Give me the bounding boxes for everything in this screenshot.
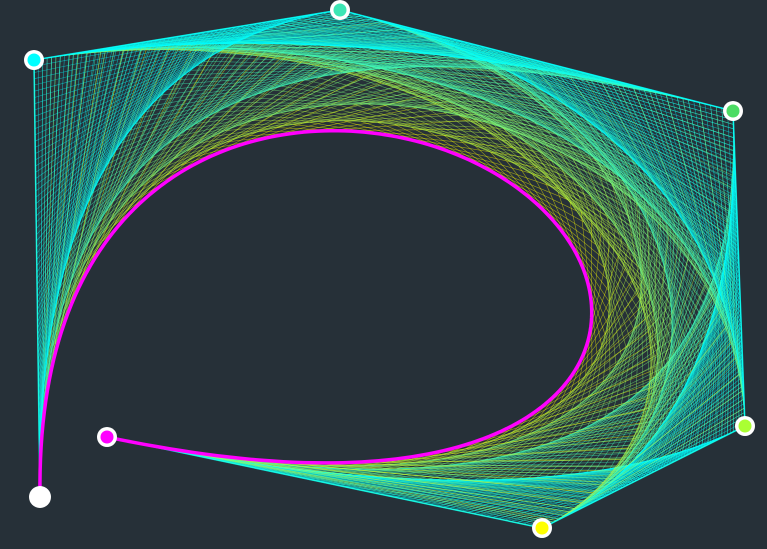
control-point-dot-p2[interactable] bbox=[333, 3, 347, 17]
control-point-dot-p3[interactable] bbox=[726, 104, 740, 118]
control-point-dot-p5[interactable] bbox=[535, 521, 549, 535]
control-point-dot-p4[interactable] bbox=[738, 419, 752, 433]
control-point-handle-p0[interactable] bbox=[29, 486, 51, 508]
control-point-dot-p6[interactable] bbox=[100, 430, 114, 444]
control-point-dot-p1[interactable] bbox=[27, 53, 41, 67]
bezier-canvas[interactable] bbox=[0, 0, 767, 549]
